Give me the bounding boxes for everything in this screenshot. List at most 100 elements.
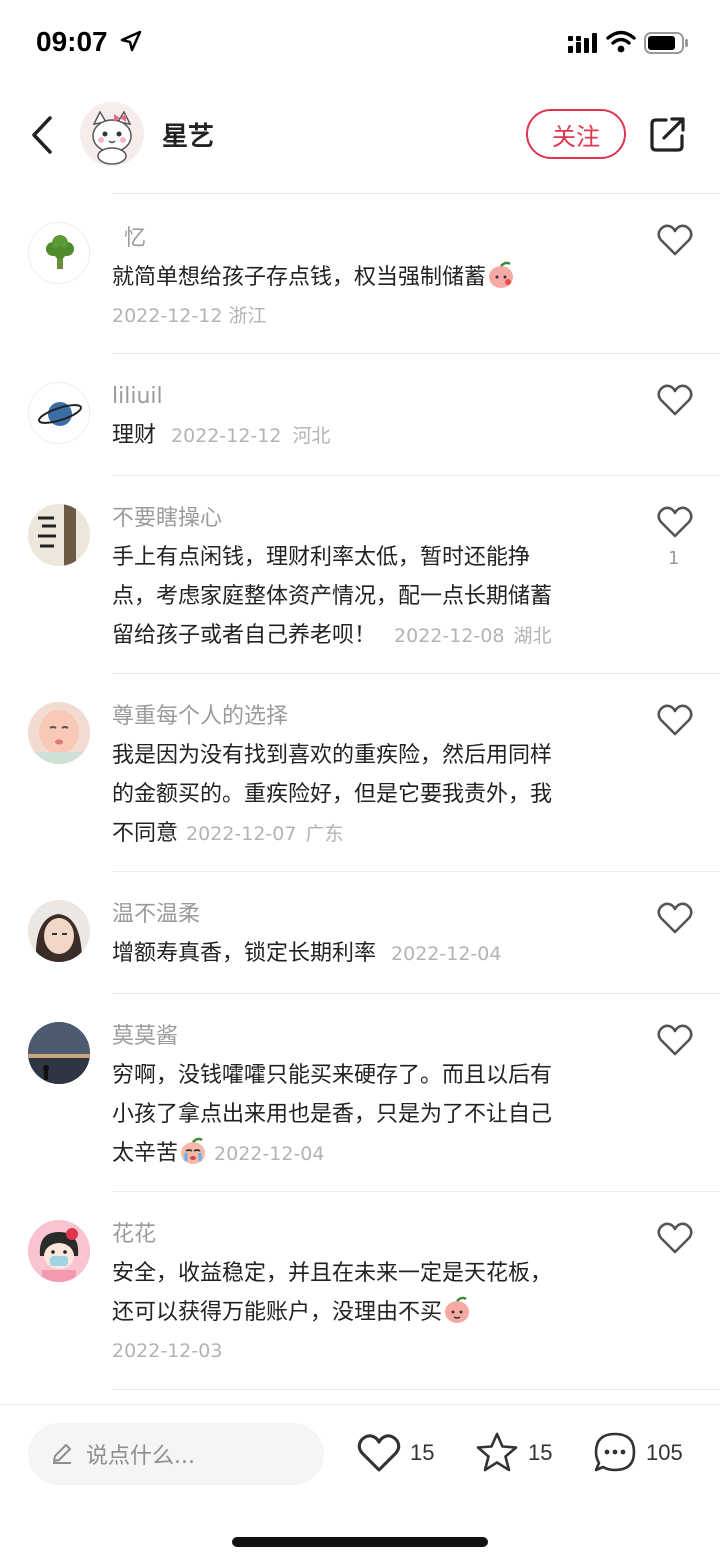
comment-text: 安全，收益稳定，并且在未来一定是天花板， 还可以获得万能账户，没理由不买 (112, 1254, 612, 1332)
note-header: 星艺 关注 (0, 92, 720, 192)
comment-count: 105 (646, 1440, 683, 1465)
commenter-avatar[interactable] (28, 900, 90, 962)
comment-item: liliuil 理财 2022-12-12 河北 (0, 354, 720, 476)
comment-count-button[interactable]: 105 (592, 1427, 683, 1479)
comment-input[interactable]: 说点什么... (28, 1423, 324, 1485)
status-bar: 09:07 (0, 0, 720, 88)
comment-date: 2022-12-03 (112, 1340, 223, 1362)
comment-text-content: 不同意 (112, 821, 179, 846)
comment-text-content: 增额寿真香，锁定长期利率 (112, 941, 377, 966)
broccoli-avatar-icon (46, 235, 74, 269)
comment-date: 2022-12-04 (214, 1143, 325, 1165)
comment-text: 穷啊，没钱嚯嚯只能买来硬存了。而且以后有 小孩了拿点出来用也是香，只是为了不让自… (112, 1056, 612, 1174)
comment-text-line: 安全，收益稳定，并且在未来一定是天花板， (112, 1261, 553, 1286)
commenter-avatar[interactable] (28, 222, 90, 284)
location-arrow-icon (120, 30, 142, 52)
comment-text-content: 理财 (112, 423, 157, 448)
heart-icon[interactable] (656, 222, 694, 258)
comment-meta: 2022-12-12 浙江 (112, 297, 612, 336)
like-count: 1 (668, 548, 680, 569)
commenter-name[interactable]: liliuil (112, 382, 612, 412)
comment-text: 手上有点闲钱，理财利率太低，暂时还能挣 点，考虑家庭整体资产情况，配一点长期储蓄… (112, 538, 612, 656)
heart-icon[interactable] (656, 1022, 694, 1058)
girl-avatar-icon (28, 900, 90, 962)
crying-face-icon (181, 1137, 206, 1164)
commenter-name[interactable]: 忆 (112, 224, 612, 254)
comment-item: 忆 就简单想给孩子存点钱，权当强制储蓄 2022-12-12 浙江 (0, 194, 720, 354)
peach-face-icon (489, 261, 514, 288)
comment-text: 我是因为没有找到喜欢的重疾险，然后用同样 的金额买的。重疾险好，但是它要我责外，… (112, 736, 612, 854)
comment-text-line: 点，考虑家庭整体资产情况，配一点长期储蓄 (112, 584, 553, 609)
collect-button[interactable]: 15 (474, 1427, 552, 1479)
comment-item: 莫莫酱 穷啊，没钱嚯嚯只能买来硬存了。而且以后有 小孩了拿点出来用也是香，只是为… (0, 994, 720, 1192)
comment-item: 花花 安全，收益稳定，并且在未来一定是天花板， 还可以获得万能账户，没理由不买 … (0, 1192, 720, 1390)
heart-icon[interactable] (656, 504, 694, 540)
cat-avatar-icon (80, 102, 144, 166)
comment-text: 增额寿真香，锁定长期利率 2022-12-04 (112, 934, 612, 974)
comment-text-content: 太辛苦 (112, 1141, 179, 1166)
author-avatar[interactable] (80, 102, 144, 166)
commenter-avatar[interactable] (28, 702, 90, 764)
comment-location: 河北 (292, 425, 331, 447)
comment-text-line-last: 不同意 2022-12-07 广东 (112, 814, 612, 854)
commenter-name[interactable]: 花花 (112, 1220, 612, 1250)
calligraphy-avatar-icon (28, 504, 90, 566)
sunset-avatar-icon (28, 1022, 90, 1084)
comment-text-line-last: 留给孩子或者自己养老呗！ 2022-12-08 湖北 (112, 616, 612, 656)
comment-divider (112, 1389, 720, 1390)
comment-location: 广东 (305, 823, 344, 845)
peach-face-icon (445, 1296, 470, 1323)
bottom-action-bar: 说点什么... 15 15 105 (0, 1404, 720, 1558)
back-arrow-icon[interactable] (24, 110, 64, 160)
cellular-signal-icon (568, 33, 597, 53)
like-button[interactable]: 15 (356, 1427, 434, 1479)
comment-date: 2022-12-08 (394, 625, 505, 647)
star-count: 15 (528, 1440, 553, 1465)
commenter-name[interactable]: 莫莫酱 (112, 1022, 612, 1052)
home-indicator[interactable] (232, 1537, 488, 1547)
comment-text: 理财 2022-12-12 河北 (112, 416, 612, 456)
comment-text-line-last: 还可以获得万能账户，没理由不买 (112, 1293, 612, 1332)
commenter-avatar[interactable] (28, 382, 90, 444)
comment-date: 2022-12-07 (186, 823, 297, 845)
commenter-name[interactable]: 尊重每个人的选择 (112, 702, 612, 732)
comment-text-content: 就简单想给孩子存点钱，权当强制储蓄 (112, 265, 487, 290)
comment-text-line: 的金额买的。重疾险好，但是它要我责外，我 (112, 782, 553, 807)
comment-text-line: 手上有点闲钱，理财利率太低，暂时还能挣 (112, 545, 531, 570)
baby-avatar-icon (28, 702, 90, 764)
heart-icon[interactable] (656, 382, 694, 418)
heart-icon[interactable] (656, 900, 694, 936)
comment-meta: 2022-12-03 (112, 1332, 612, 1371)
wifi-icon (606, 30, 636, 53)
heart-icon[interactable] (656, 702, 694, 738)
chat-bubble-icon (594, 1432, 636, 1472)
comment-text-line: 穷啊，没钱嚯嚯只能买来硬存了。而且以后有 (112, 1063, 553, 1088)
share-icon[interactable] (648, 114, 688, 154)
comment-date: 2022-12-04 (391, 943, 502, 965)
commenter-avatar[interactable] (28, 1220, 90, 1282)
comment-date: 2022-12-12 (112, 305, 223, 327)
planet-avatar-icon (37, 402, 83, 426)
commenter-avatar[interactable] (28, 1022, 90, 1084)
comment-item: 不要瞎操心 手上有点闲钱，理财利率太低，暂时还能挣 点，考虑家庭整体资产情况，配… (0, 476, 720, 674)
cartoon-girl-avatar-icon (28, 1220, 90, 1282)
comment-text-line-last: 太辛苦 2022-12-04 (112, 1134, 612, 1174)
comment-item: 尊重每个人的选择 我是因为没有找到喜欢的重疾险，然后用同样 的金额买的。重疾险好… (0, 674, 720, 872)
status-time: 09:07 (36, 26, 108, 57)
heart-icon (357, 1434, 401, 1472)
author-name[interactable]: 星艺 (162, 116, 214, 153)
like-count: 15 (410, 1440, 435, 1465)
commenter-name[interactable]: 温不温柔 (112, 900, 612, 930)
heart-icon[interactable] (656, 1220, 694, 1256)
comment-text-content: 还可以获得万能账户，没理由不买 (112, 1300, 443, 1325)
comment-location: 浙江 (228, 305, 267, 327)
comment-location: 湖北 (513, 625, 552, 647)
commenter-avatar[interactable] (28, 504, 90, 566)
commenter-name[interactable]: 不要瞎操心 (112, 504, 612, 534)
comment-input-placeholder: 说点什么... (86, 1444, 195, 1469)
comment-text-line: 小孩了拿点出来用也是香，只是为了不让自己 (112, 1102, 553, 1127)
comment-list: 忆 就简单想给孩子存点钱，权当强制储蓄 2022-12-12 浙江 liliui… (0, 194, 720, 1390)
follow-button[interactable]: 关注 (526, 109, 626, 159)
battery-icon (644, 32, 688, 54)
comment-item: 温不温柔 增额寿真香，锁定长期利率 2022-12-04 (0, 872, 720, 994)
